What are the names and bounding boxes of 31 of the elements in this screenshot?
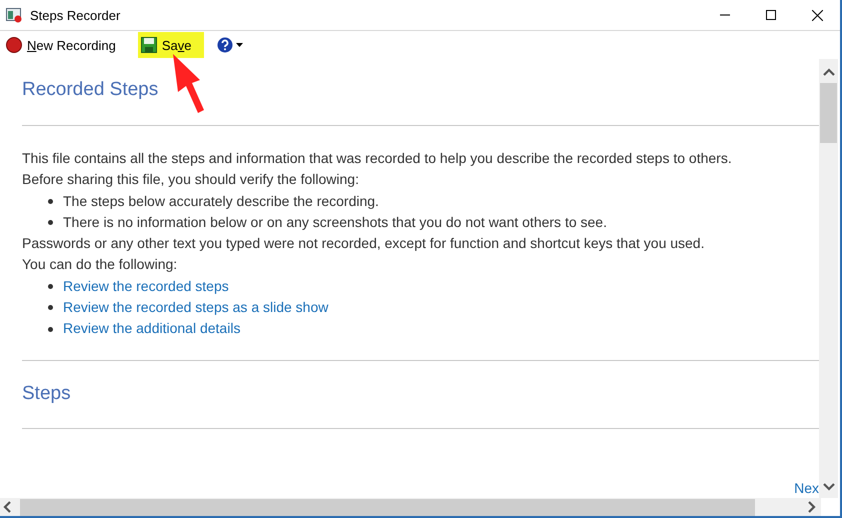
bullet-icon: [48, 198, 53, 204]
save-icon: [140, 37, 157, 53]
list-item: There is no information below or on any screenshots that you do not want others to see.: [63, 212, 607, 232]
bullet-icon: [48, 284, 53, 289]
section-heading: Recorded Steps: [22, 79, 160, 101]
new-recording-button[interactable]: New Recording: [3, 32, 128, 58]
bullet-icon: [48, 326, 53, 332]
paragraph: Before sharing this file, you should verify the following:: [22, 170, 360, 190]
record-icon: [6, 37, 22, 53]
scrollbar-thumb[interactable]: [20, 498, 755, 516]
app-icon: [6, 7, 22, 23]
review-link[interactable]: Review the recorded steps as a slide show: [63, 297, 328, 318]
review-link[interactable]: Review the recorded steps: [63, 276, 229, 298]
help-icon: [216, 37, 233, 53]
section-heading: Steps: [22, 382, 72, 405]
horizontal-scrollbar[interactable]: [0, 498, 821, 516]
next-link[interactable]: Nex: [794, 480, 819, 496]
paragraph: Passwords or any other text you typed were not recorded, except for function and shortcut keys that you used.: [22, 234, 706, 254]
save-button[interactable]: Save: [138, 32, 204, 58]
scrollbar-thumb[interactable]: [820, 83, 837, 143]
window-title: Steps Recorder: [30, 8, 122, 22]
paragraph: You can do the following:: [22, 255, 178, 274]
list-item: The steps below accurately describe the recording.: [63, 192, 379, 211]
maximize-icon: [766, 10, 776, 20]
bullet-icon: [48, 220, 53, 226]
caret-icon: [236, 43, 243, 47]
paragraph: This file contains all the steps and information that was recorded to help you describe the recorded steps to others.: [22, 149, 733, 168]
vertical-scrollbar[interactable]: [819, 59, 838, 498]
close-icon: [812, 10, 822, 20]
bullet-icon: [48, 305, 53, 310]
review-link[interactable]: Review the additional details: [63, 318, 240, 340]
